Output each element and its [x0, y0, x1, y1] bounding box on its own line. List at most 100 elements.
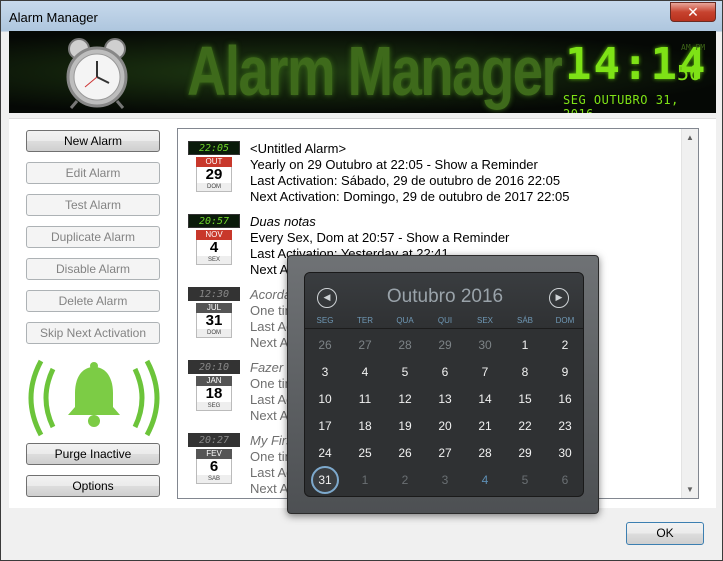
calendar-day-label: 26 [318, 338, 332, 352]
calendar-day-label: 31 [318, 473, 332, 487]
calendar-day-label: 9 [561, 365, 569, 379]
alarm-last-activation: Last Activation: Sábado, 29 de outubro d… [250, 173, 561, 188]
calendar-day[interactable]: 4 [465, 467, 505, 494]
calendar-day-label: 25 [358, 446, 372, 460]
calendar-icon-day: 31 [196, 313, 232, 329]
scroll-up-icon[interactable]: ▲ [686, 133, 694, 142]
calendar-day-label: 20 [438, 419, 452, 433]
options-button[interactable]: Options [26, 475, 160, 497]
calendar-day[interactable]: 18 [345, 413, 385, 440]
close-button[interactable]: ✕ [670, 2, 716, 22]
calendar-day-label: 13 [438, 392, 452, 406]
alarm-clock-icon [66, 38, 128, 109]
calendar-icon-time: 20:27 [188, 433, 240, 447]
clock-seconds: 56 [677, 61, 702, 85]
calendar-day-label: 14 [478, 392, 492, 406]
calendar-day[interactable]: 3 [425, 467, 465, 494]
calendar-day-label: 4 [481, 473, 489, 487]
calendar-day[interactable]: 13 [425, 386, 465, 413]
calendar-day-label: 29 [518, 446, 532, 460]
calendar-day[interactable]: 16 [545, 386, 583, 413]
calendar-day[interactable]: 24 [305, 440, 345, 467]
calendar-day[interactable]: 19 [385, 413, 425, 440]
disable-alarm-button[interactable]: Disable Alarm [26, 258, 160, 280]
scroll-down-icon[interactable]: ▼ [686, 485, 694, 494]
calendar-day-label: 6 [561, 473, 569, 487]
list-scrollbar[interactable]: ▲ ▼ [681, 129, 698, 498]
purge-inactive-button[interactable]: Purge Inactive [26, 443, 160, 465]
delete-alarm-button[interactable]: Delete Alarm [26, 290, 160, 312]
calendar-day[interactable]: 29 [425, 332, 465, 359]
edit-alarm-button[interactable]: Edit Alarm [26, 162, 160, 184]
calendar-icon-weekday: SEX [196, 256, 232, 265]
calendar-day-label: 16 [558, 392, 572, 406]
calendar: ◀ Outubro 2016 ▶ SEG TER QUA QUI SEX SÁB DOM 2… [304, 272, 584, 497]
calendar-day[interactable]: 6 [425, 359, 465, 386]
calendar-day-label: 26 [398, 446, 412, 460]
calendar-day[interactable]: 8 [505, 359, 545, 386]
calendar-icon-time: 20:10 [188, 360, 240, 374]
calendar-day-label: 17 [318, 419, 332, 433]
calendar-day[interactable]: 26 [385, 440, 425, 467]
calendar-day[interactable]: 10 [305, 386, 345, 413]
next-month-icon[interactable]: ▶ [549, 288, 569, 308]
calendar-day[interactable]: 29 [505, 440, 545, 467]
calendar-day[interactable]: 1 [345, 467, 385, 494]
calendar-day[interactable]: 3 [305, 359, 345, 386]
calendar-day[interactable]: 17 [305, 413, 345, 440]
calendar-day-label: 24 [318, 446, 332, 460]
weekday-label: SÁB [516, 316, 533, 325]
weekday-label: QUI [437, 316, 453, 325]
calendar-day[interactable]: 5 [505, 467, 545, 494]
calendar-day-label: 1 [361, 473, 369, 487]
calendar-day[interactable]: 15 [505, 386, 545, 413]
calendar-day[interactable]: 28 [385, 332, 425, 359]
calendar-day[interactable]: 21 [465, 413, 505, 440]
title-bar[interactable]: Alarm Manager ✕ [1, 1, 722, 31]
calendar-day-label: 11 [358, 392, 372, 406]
calendar-day[interactable]: 27 [425, 440, 465, 467]
bell-icon [28, 359, 160, 437]
ok-button[interactable]: OK [626, 522, 704, 545]
calendar-day[interactable]: 25 [345, 440, 385, 467]
calendar-day[interactable]: 30 [545, 440, 583, 467]
calendar-day[interactable]: 4 [345, 359, 385, 386]
header-banner: Alarm Manager 14:14 AM PM 56 SEG OUTUBRO… [9, 31, 716, 113]
calendar-day[interactable]: 2 [545, 332, 583, 359]
calendar-day[interactable]: 11 [345, 386, 385, 413]
calendar-day[interactable]: 1 [505, 332, 545, 359]
calendar-icon: 20:57 NOV 4 SEX [188, 214, 240, 270]
calendar-day[interactable]: 30 [465, 332, 505, 359]
calendar-day[interactable]: 28 [465, 440, 505, 467]
calendar-day[interactable]: 7 [465, 359, 505, 386]
alarm-schedule: Yearly on 29 Outubro at 22:05 - Show a R… [250, 157, 538, 172]
calendar-day-label: 28 [398, 338, 412, 352]
calendar-day-label: 5 [401, 365, 409, 379]
calendar-day-label: 6 [441, 365, 449, 379]
calendar-day[interactable]: 12 [385, 386, 425, 413]
calendar-day[interactable]: 22 [505, 413, 545, 440]
calendar-day[interactable]: 31 [305, 466, 345, 494]
calendar-day-label: 15 [518, 392, 532, 406]
calendar-icon-weekday: SEG [196, 402, 232, 411]
calendar-day[interactable]: 2 [385, 467, 425, 494]
calendar-day-label: 22 [518, 419, 532, 433]
alarm-schedule: Every Sex, Dom at 20:57 - Show a Reminde… [250, 230, 510, 245]
calendar-day[interactable]: 23 [545, 413, 583, 440]
clock-date: SEG OUTUBRO 31, 2016 [563, 93, 679, 113]
calendar-day[interactable]: 27 [345, 332, 385, 359]
calendar-day[interactable]: 5 [385, 359, 425, 386]
duplicate-alarm-button[interactable]: Duplicate Alarm [26, 226, 160, 248]
test-alarm-button[interactable]: Test Alarm [26, 194, 160, 216]
calendar-day[interactable]: 6 [545, 467, 583, 494]
calendar-day-label: 30 [558, 446, 572, 460]
calendar-day-label: 7 [481, 365, 489, 379]
calendar-day-label: 23 [558, 419, 572, 433]
calendar-day[interactable]: 9 [545, 359, 583, 386]
window-title: Alarm Manager [9, 10, 98, 25]
skip-next-activation-button[interactable]: Skip Next Activation [26, 322, 160, 344]
new-alarm-button[interactable]: New Alarm [26, 130, 160, 152]
calendar-day[interactable]: 20 [425, 413, 465, 440]
calendar-day[interactable]: 26 [305, 332, 345, 359]
calendar-day[interactable]: 14 [465, 386, 505, 413]
